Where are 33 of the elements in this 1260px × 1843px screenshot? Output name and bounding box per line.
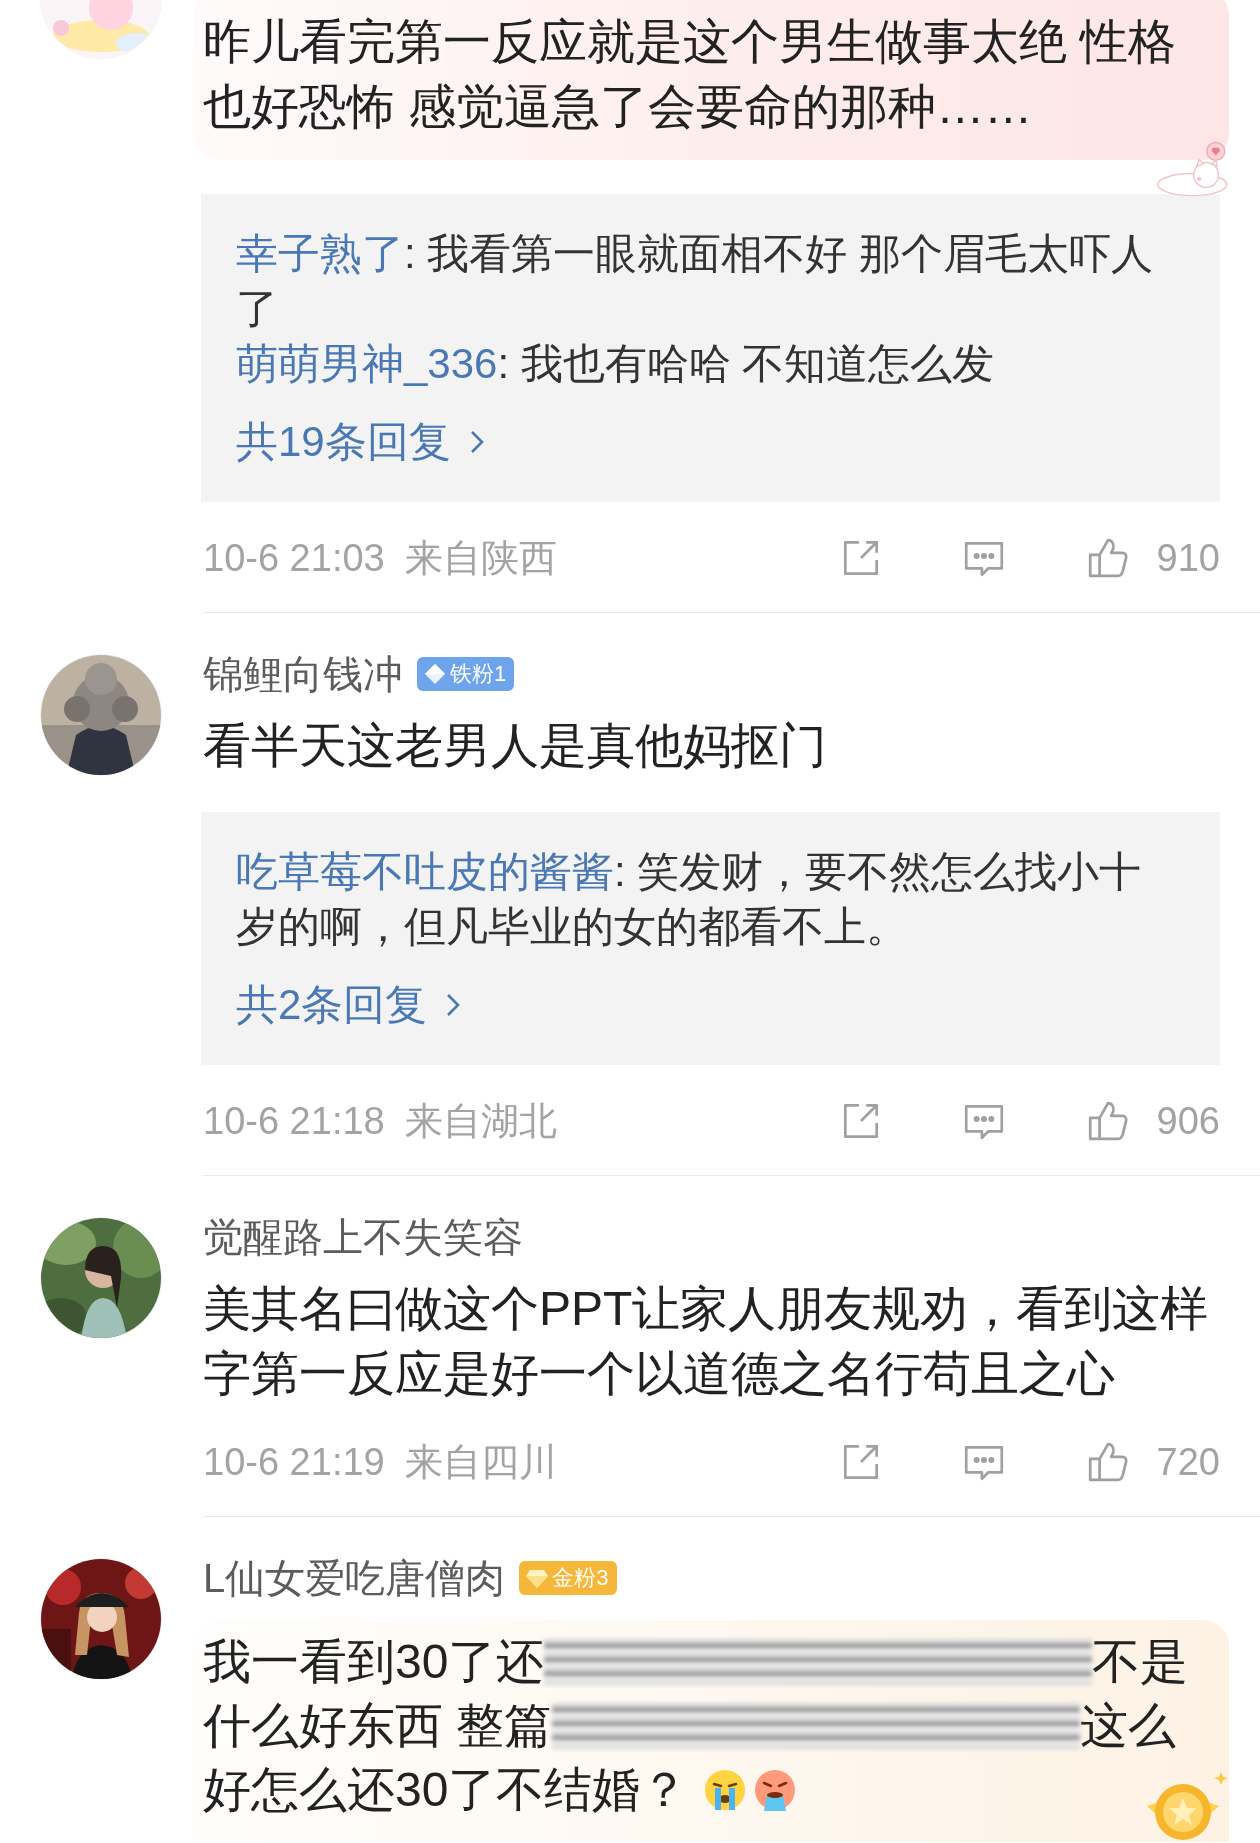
more-replies-link[interactable]: 共19条回复 bbox=[236, 409, 485, 474]
location-text: 来自湖北 bbox=[404, 1098, 557, 1144]
like-count: 910 bbox=[1156, 536, 1220, 580]
reply-text: 吃草莓不吐皮的酱酱: 笑发财，要不然怎么找小十岁的啊，但凡毕业的女的都看不上。 bbox=[236, 847, 1143, 952]
reply-text: 萌萌男神_336: 我也有哈哈 不知道怎么发 bbox=[236, 339, 996, 389]
badge-label: 金粉3 bbox=[552, 1564, 609, 1592]
username[interactable]: L仙女爱吃唐僧肉 bbox=[203, 1550, 506, 1606]
username-link[interactable]: 吃草莓不吐皮的酱酱 bbox=[236, 848, 614, 895]
comment-text: 昨儿看完第一反应就是这个男生做事太绝 性格也好恐怖 感觉逼急了会要命的那种…… bbox=[203, 14, 1178, 135]
reply-text: 幸子熟了: 我看第一眼就面相不好 那个眉毛太吓人了 bbox=[236, 229, 1154, 334]
diamond-icon bbox=[423, 662, 447, 686]
like-count: 720 bbox=[1156, 1440, 1220, 1484]
username-link[interactable]: 萌萌男神_336 bbox=[236, 340, 498, 387]
comment-text: 好怎么还30了不结婚？ bbox=[203, 1762, 689, 1818]
location-text: 来自四川 bbox=[404, 1439, 557, 1485]
username[interactable]: 觉醒路上不失笑容 bbox=[203, 1209, 523, 1265]
location-text: 来自陕西 bbox=[404, 535, 557, 581]
comment-text: 什么好东西 整篇 bbox=[203, 1698, 553, 1754]
badge-label: 铁粉1 bbox=[450, 660, 507, 688]
comment-text: 不是 bbox=[1092, 1634, 1189, 1690]
timestamp: 10-6 21:03 bbox=[203, 536, 385, 580]
comment-text: 美其名曰做这个PPT让家人朋友规劝，看到这样字第一反应是好一个以道德之名行苟且之心 bbox=[203, 1281, 1210, 1402]
like-count: 906 bbox=[1156, 1099, 1220, 1143]
username[interactable]: 锦鲤向钱冲 bbox=[203, 646, 403, 702]
more-replies-link[interactable]: 共2条回复 bbox=[236, 972, 462, 1037]
timestamp: 10-6 21:19 bbox=[203, 1440, 385, 1484]
comment-text: 看半天这老男人是真他妈抠门 bbox=[203, 718, 828, 774]
chevron-right-icon bbox=[468, 428, 485, 455]
chevron-right-icon bbox=[445, 991, 462, 1018]
timestamp: 10-6 21:18 bbox=[203, 1099, 385, 1143]
comment-text: 这么 bbox=[1080, 1698, 1177, 1754]
comment-text: 我一看到30了还 bbox=[203, 1634, 545, 1690]
username-link[interactable]: 幸子熟了 bbox=[236, 230, 404, 277]
